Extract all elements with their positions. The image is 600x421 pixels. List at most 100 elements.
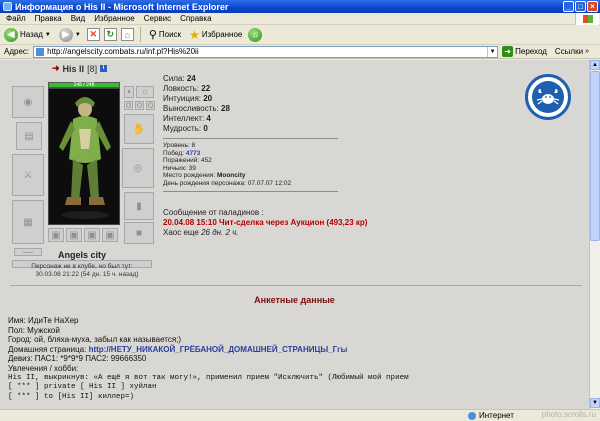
search-icon: ⚲ (148, 29, 157, 41)
amulet-slot[interactable]: ○ (136, 86, 154, 98)
page-viewport: ➜ His II [8] i ◉ ▤ ⚔ ▦ — 248 / 248 • ○ o… (0, 60, 589, 409)
boots-slot[interactable]: ■ (124, 222, 154, 244)
profile-homepage-row: Домашняя страница: http://НЕТУ_НИКАКОЙ_Г… (8, 344, 348, 354)
character-details: Уровень: 8 Побед: 4773 Поражений: 452 Ни… (163, 142, 291, 188)
ring-slot-3[interactable]: o (146, 100, 155, 111)
close-button[interactable]: × (587, 1, 598, 12)
title-bar: Информация о His II - Microsoft Internet… (0, 0, 600, 13)
chaos-row: Хаос еще 26 дн. 2 ч. (163, 228, 239, 237)
links-button[interactable]: Ссылки (555, 47, 583, 56)
menu-view[interactable]: Вид (71, 14, 85, 23)
menu-file[interactable]: Файл (6, 14, 26, 23)
arrow-right-icon: ➜ (52, 63, 60, 73)
windows-flag-icon (575, 13, 599, 25)
divider (163, 138, 338, 139)
menu-edit[interactable]: Правка (35, 14, 62, 23)
search-button[interactable]: ⚲ Поиск (147, 27, 183, 43)
crab-symbol (536, 89, 560, 105)
bottom-slot-4[interactable]: ▣ (102, 228, 118, 242)
profile-hobbies-label: Увлечения / хобби: (8, 363, 79, 373)
security-zone: Интернет (468, 411, 514, 420)
menu-tools[interactable]: Сервис (144, 14, 171, 23)
profile-motto: Девиз: ПАС1: *9*9*9 ПАС2: 99666350 (8, 354, 147, 364)
weapon-slot[interactable]: ⚔ (12, 154, 44, 196)
menu-help[interactable]: Справка (180, 14, 211, 23)
stop-icon[interactable]: ✕ (86, 28, 100, 41)
chevron-down-icon[interactable]: ▼ (487, 46, 497, 57)
paladin-message-text: 20.04.08 15:10 Чит-сделка через Аукцион … (163, 218, 368, 227)
stats-list: Сила: 24 Ловкость: 22 Интуиция: 20 Вынос… (163, 74, 230, 134)
losses-row: Поражений: 452 (163, 157, 212, 165)
favorites-button[interactable]: ★ Избранное (187, 27, 244, 43)
character-city: Angels city (57, 250, 106, 260)
search-label: Поиск (158, 30, 182, 39)
status-bar: Интернет photo.scrolls.ru (0, 409, 600, 421)
info-icon[interactable]: i (100, 65, 108, 72)
birthday-row: День рождения персонажа: 07.07.07 12:02 (163, 179, 292, 187)
stat-row: Ловкость: 22 (163, 84, 211, 93)
helmet-slot[interactable]: ◉ (12, 86, 44, 118)
minimize-button[interactable]: _ (563, 1, 574, 12)
refresh-icon[interactable]: ↻ (103, 28, 117, 41)
hobby-line: His II, выкрикнув: «А ещё я вот так могу… (8, 373, 409, 382)
clan-emblem[interactable] (525, 74, 571, 120)
bracer-slot[interactable]: ▤ (16, 122, 42, 150)
hp-text: 248 / 248 (73, 82, 95, 88)
gloves-slot[interactable]: ✋ (124, 114, 154, 144)
bottom-slot-2[interactable]: ▣ (66, 228, 82, 242)
earring-slot[interactable]: • (124, 86, 134, 98)
hp-bar: 248 / 248 (48, 82, 120, 88)
scroll-down-icon[interactable]: ▼ (590, 398, 600, 408)
character-level: [8] (87, 63, 98, 74)
toolbar-separator (139, 27, 141, 42)
address-input[interactable] (47, 47, 468, 56)
homepage-link[interactable]: http://НЕТУ_НИКАКОЙ_ГРЁБАНОЙ_ДОМАШНЕЙ_СТ… (89, 345, 348, 354)
address-field[interactable]: ▼ (33, 45, 499, 58)
shield-slot[interactable]: ◎ (122, 148, 154, 188)
paladin-heading: Сообщение от паладинов : (163, 208, 264, 217)
forward-button[interactable]: ▶ ▼ (57, 27, 83, 43)
forward-arrow-icon: ▶ (58, 27, 73, 42)
watermark-text: photo.scrolls.ru (541, 410, 596, 419)
window-title: Информация о His II - Microsoft Internet… (15, 1, 229, 12)
page-icon (36, 47, 45, 56)
star-icon: ★ (189, 27, 200, 42)
last-seen-time: 30.03.08 21:22 (54 дн. 15 ч. назад) (35, 271, 139, 278)
chevron-right-icon[interactable]: » (585, 48, 589, 55)
character-header: ➜ His II [8] i (52, 63, 108, 74)
media-icon[interactable]: ♫ (248, 27, 263, 42)
crab-icon (532, 81, 564, 113)
scroll-thumb[interactable] (590, 71, 600, 241)
ring-slot-2[interactable]: o (135, 100, 144, 111)
stat-row: Выносливость: 28 (163, 104, 230, 113)
back-button[interactable]: ◀ Назад ▼ (2, 27, 53, 43)
leggings-slot[interactable]: ▮ (124, 192, 154, 220)
vertical-scrollbar[interactable]: ▲ ▼ (589, 60, 600, 409)
stat-row: Интуиция: 20 (163, 94, 213, 103)
stat-row: Мудрость: 0 (163, 124, 208, 133)
maximize-button[interactable]: □ (575, 1, 586, 12)
character-image (49, 89, 119, 224)
birthplace-row: Место рождения: Mooncity (163, 172, 246, 180)
stat-row: Интеллект: 4 (163, 114, 211, 123)
hobby-line: [ *** ] private [ His II ] хуйлан (8, 383, 157, 392)
zone-label: Интернет (479, 411, 514, 420)
home-icon[interactable]: ⌂ (120, 28, 134, 41)
hobby-line: [ *** ] to [His II] киллер=) (8, 392, 135, 401)
level-row: Уровень: 8 (163, 142, 196, 149)
absent-note: Персонаж не в клубе, но был тут: (31, 263, 133, 270)
address-label: Адрес: (4, 47, 30, 56)
armor-slot[interactable]: ▦ (12, 200, 44, 244)
paladin-message: Сообщение от паладинов : 20.04.08 15:10 … (163, 208, 367, 238)
profile-details: Имя: ИдиТе НаХер Пол: Мужской Город: ой,… (8, 316, 409, 402)
bottom-slot-1[interactable]: ▣ (48, 228, 64, 242)
profile-name: Имя: ИдиТе НаХер (8, 316, 79, 325)
go-button[interactable]: ➜ Переход (502, 46, 547, 57)
scroll-up-icon[interactable]: ▲ (590, 60, 600, 70)
profile-city: Город: ой, бляха-муха, забыл как называе… (8, 335, 182, 345)
profile-section-title: Анкетные данные (254, 295, 335, 305)
menu-favorites[interactable]: Избранное (94, 14, 135, 23)
back-arrow-icon: ◀ (4, 27, 18, 42)
ring-slot-1[interactable]: o (124, 100, 133, 111)
bottom-slot-3[interactable]: ▣ (84, 228, 100, 242)
